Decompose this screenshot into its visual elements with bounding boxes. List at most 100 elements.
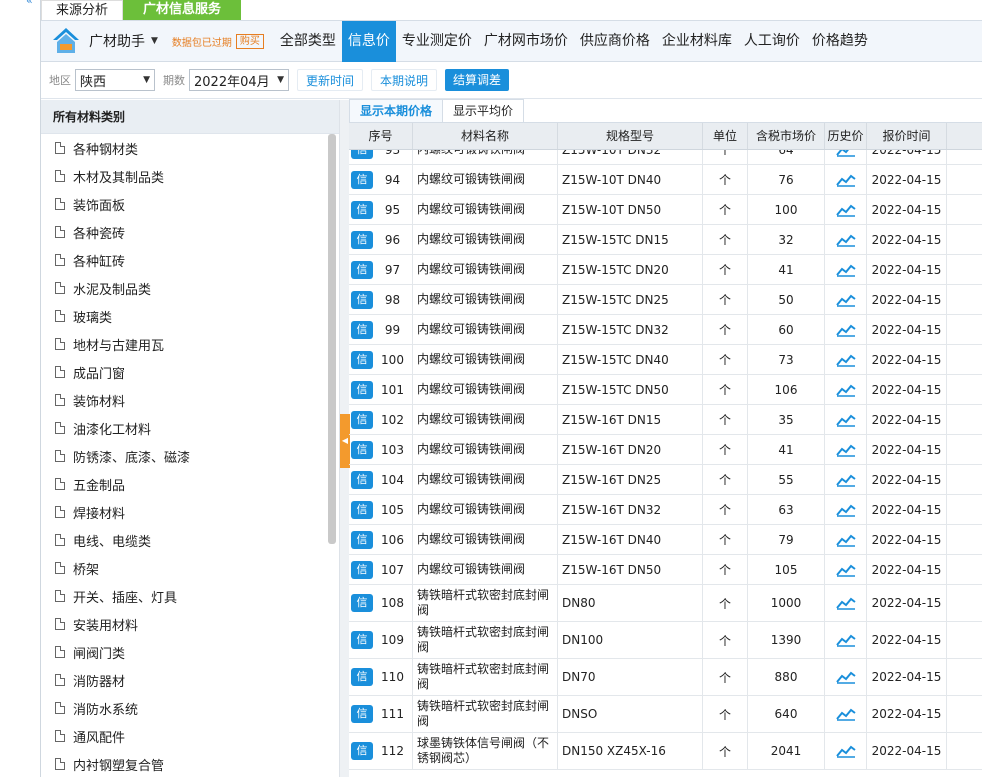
nav-professional-price[interactable]: 专业测定价 <box>396 21 478 62</box>
nav-price-trend[interactable]: 价格趋势 <box>806 21 874 62</box>
sidebar-item[interactable]: 消防水系统 <box>41 694 339 722</box>
buy-button[interactable]: 购买 <box>235 33 264 49</box>
sidebar-item[interactable]: 各种瓷砖 <box>41 218 339 246</box>
col-no[interactable]: 序号 <box>349 123 413 149</box>
sidebar-item[interactable]: 安装用材料 <box>41 610 339 638</box>
history-trend-icon[interactable] <box>825 375 867 404</box>
info-badge[interactable]: 信 <box>351 470 373 489</box>
table-row[interactable]: 信 109 铸铁暗杆式软密封底封闸阀 DN100 个 1390 2022-04-15 <box>349 622 982 659</box>
panel-splitter[interactable]: ◀ <box>339 100 350 777</box>
table-row[interactable]: 信 103 内螺纹可锻铸铁闸阀 Z15W-16T DN20 个 41 2022-04-15 <box>349 435 982 465</box>
table-row[interactable]: 信 98 内螺纹可锻铸铁闸阀 Z15W-15TC DN25 个 50 2022-04-15 <box>349 285 982 315</box>
history-trend-icon[interactable] <box>825 345 867 374</box>
table-row[interactable]: 信 104 内螺纹可锻铸铁闸阀 Z15W-16T DN25 个 55 2022-04-15 <box>349 465 982 495</box>
history-trend-icon[interactable] <box>825 150 867 164</box>
info-badge[interactable]: 信 <box>351 200 373 219</box>
history-trend-icon[interactable] <box>825 195 867 224</box>
sidebar-item[interactable]: 开关、插座、灯具 <box>41 582 339 610</box>
history-trend-icon[interactable] <box>825 315 867 344</box>
col-price[interactable]: 含税市场价 <box>748 123 825 149</box>
info-badge[interactable]: 信 <box>351 150 373 159</box>
info-badge[interactable]: 信 <box>351 290 373 309</box>
col-date[interactable]: 报价时间 <box>867 123 947 149</box>
table-row[interactable]: 信 94 内螺纹可锻铸铁闸阀 Z15W-10T DN40 个 76 2022-04-15 <box>349 165 982 195</box>
sidebar-item[interactable]: 通风配件 <box>41 722 339 750</box>
sidebar-item[interactable]: 焊接材料 <box>41 498 339 526</box>
nav-all-types[interactable]: 全部类型 <box>274 21 342 62</box>
brand-name[interactable]: 广材助手 <box>89 31 145 51</box>
info-badge[interactable]: 信 <box>351 170 373 189</box>
history-trend-icon[interactable] <box>825 285 867 314</box>
nav-enterprise-library[interactable]: 企业材料库 <box>656 21 738 62</box>
info-badge[interactable]: 信 <box>351 668 373 686</box>
history-trend-icon[interactable] <box>825 435 867 464</box>
history-trend-icon[interactable] <box>825 255 867 284</box>
history-trend-icon[interactable] <box>825 465 867 494</box>
nav-manual-inquiry[interactable]: 人工询价 <box>738 21 806 62</box>
table-row[interactable]: 信 101 内螺纹可锻铸铁闸阀 Z15W-15TC DN50 个 106 2022-04-1… <box>349 375 982 405</box>
double-chevron-icon[interactable]: « <box>26 0 33 7</box>
info-badge[interactable]: 信 <box>351 530 373 549</box>
sidebar-item[interactable]: 各种钢材类 <box>41 134 339 162</box>
table-row[interactable]: 信 97 内螺纹可锻铸铁闸阀 Z15W-15TC DN20 个 41 2022-04-15 <box>349 255 982 285</box>
table-row[interactable]: 信 100 内螺纹可锻铸铁闸阀 Z15W-15TC DN40 个 73 2022-04-15 <box>349 345 982 375</box>
col-spec[interactable]: 规格型号 <box>558 123 703 149</box>
info-badge[interactable]: 信 <box>351 350 373 369</box>
sidebar-item[interactable]: 各种缸砖 <box>41 246 339 274</box>
history-trend-icon[interactable] <box>825 733 867 769</box>
sidebar-scrollbar[interactable] <box>328 134 336 544</box>
history-trend-icon[interactable] <box>825 696 867 732</box>
sidebar-item[interactable]: 地材与古建用瓦 <box>41 330 339 358</box>
info-badge[interactable]: 信 <box>351 594 373 612</box>
info-badge[interactable]: 信 <box>351 560 373 579</box>
sidebar-item[interactable]: 电线、电缆类 <box>41 526 339 554</box>
sidebar-item[interactable]: 木材及其制品类 <box>41 162 339 190</box>
table-row[interactable]: 信 96 内螺纹可锻铸铁闸阀 Z15W-15TC DN15 个 32 2022-04-15 <box>349 225 982 255</box>
nav-info-price[interactable]: 信息价 <box>341 20 396 62</box>
info-badge[interactable]: 信 <box>351 440 373 459</box>
info-badge[interactable]: 信 <box>351 742 373 760</box>
col-history[interactable]: 历史价 <box>825 123 867 149</box>
sidebar-item[interactable]: 油漆化工材料 <box>41 414 339 442</box>
history-trend-icon[interactable] <box>825 225 867 254</box>
tab-source-analysis[interactable]: 来源分析 <box>41 0 124 20</box>
update-time-button[interactable]: 更新时间 <box>297 69 364 91</box>
sidebar-item[interactable]: 内衬钢塑复合管 <box>41 750 339 777</box>
info-badge[interactable]: 信 <box>351 705 373 723</box>
table-row[interactable]: 信 112 球墨铸铁体信号闸阀（不锈钢阀芯） DN150 XZ45X-16 个 2041 2… <box>349 733 982 770</box>
period-select[interactable]: 2022年04月 ▼ <box>189 69 289 91</box>
sidebar-item[interactable]: 水泥及制品类 <box>41 274 339 302</box>
tab-average-price[interactable]: 显示平均价 <box>442 99 525 122</box>
info-badge[interactable]: 信 <box>351 230 373 249</box>
settlement-adjust-button[interactable]: 结算调差 <box>445 69 510 91</box>
history-trend-icon[interactable] <box>825 622 867 658</box>
sidebar-item[interactable]: 装饰材料 <box>41 386 339 414</box>
info-badge[interactable]: 信 <box>351 500 373 519</box>
info-badge[interactable]: 信 <box>351 380 373 399</box>
history-trend-icon[interactable] <box>825 585 867 621</box>
chevron-down-icon[interactable]: ▼ <box>151 36 158 46</box>
table-row[interactable]: 信 99 内螺纹可锻铸铁闸阀 Z15W-15TC DN32 个 60 2022-04-15 <box>349 315 982 345</box>
sidebar-item[interactable]: 玻璃类 <box>41 302 339 330</box>
info-badge[interactable]: 信 <box>351 410 373 429</box>
info-badge[interactable]: 信 <box>351 631 373 649</box>
region-select[interactable]: 陕西 ▼ <box>75 69 155 91</box>
sidebar-item[interactable]: 五金制品 <box>41 470 339 498</box>
history-trend-icon[interactable] <box>825 525 867 554</box>
info-badge[interactable]: 信 <box>351 260 373 279</box>
history-trend-icon[interactable] <box>825 405 867 434</box>
sidebar-item[interactable]: 消防器材 <box>41 666 339 694</box>
info-badge[interactable]: 信 <box>351 320 373 339</box>
history-trend-icon[interactable] <box>825 165 867 194</box>
table-row[interactable]: 信 108 铸铁暗杆式软密封底封闸阀 DN80 个 1000 2022-04-15 <box>349 585 982 622</box>
col-name[interactable]: 材料名称 <box>413 123 558 149</box>
tab-current-price[interactable]: 显示本期价格 <box>349 99 444 122</box>
tab-info-service[interactable]: 广材信息服务 <box>123 0 242 20</box>
sidebar-item[interactable]: 防锈漆、底漆、磁漆 <box>41 442 339 470</box>
table-row[interactable]: 信 105 内螺纹可锻铸铁闸阀 Z15W-16T DN32 个 63 2022-04-15 <box>349 495 982 525</box>
sidebar-item[interactable]: 成品门窗 <box>41 358 339 386</box>
nav-market-price[interactable]: 广材网市场价 <box>478 21 574 62</box>
sidebar-item[interactable]: 桥架 <box>41 554 339 582</box>
sidebar-item[interactable]: 装饰面板 <box>41 190 339 218</box>
table-row[interactable]: 信 93内螺纹可锻铸铁闸阀Z15W-10T DN32个64 2022-04-15 <box>349 150 982 165</box>
